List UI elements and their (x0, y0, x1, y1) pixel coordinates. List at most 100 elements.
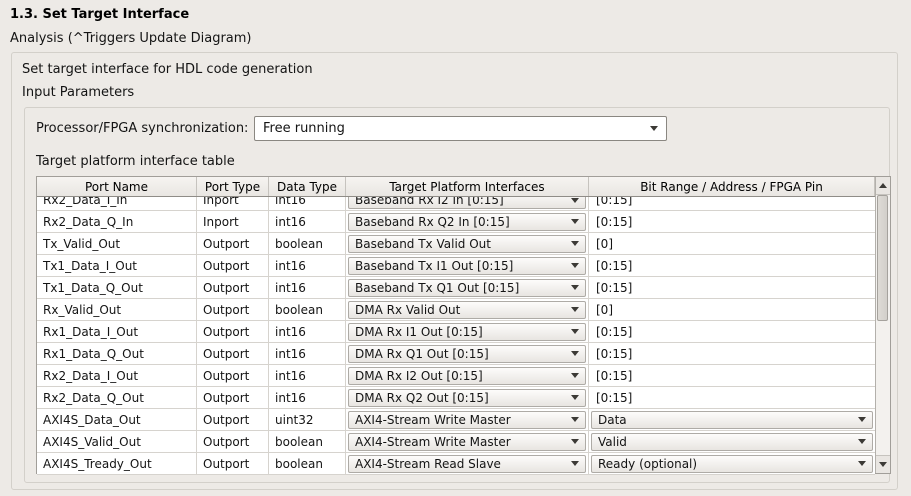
port-name-cell[interactable]: AXI4S_Data_Out (37, 409, 197, 430)
bit-range-cell: [0:15] (589, 365, 875, 386)
scrollbar-up-button[interactable] (876, 177, 890, 195)
column-header-bit-range[interactable]: Bit Range / Address / FPGA Pin (589, 177, 875, 196)
column-header-port-type[interactable]: Port Type (197, 177, 269, 196)
interface-cell: DMA Rx I2 Out [0:15] (346, 365, 589, 386)
interface-cell: AXI4-Stream Read Slave (346, 453, 589, 474)
port-name-cell[interactable]: AXI4S_Tready_Out (37, 453, 197, 474)
chevron-down-icon (571, 219, 579, 224)
chevron-down-icon (571, 307, 579, 312)
task-description: Set target interface for HDL code genera… (22, 62, 313, 77)
port-type-cell[interactable]: Inport (197, 197, 269, 211)
bit-range-cell: [0:15] (589, 255, 875, 276)
chevron-down-icon (571, 439, 579, 444)
interface-cell: AXI4-Stream Write Master (346, 409, 589, 430)
bit-range-cell: [0:15] (589, 277, 875, 298)
data-type-cell[interactable]: int16 (269, 211, 346, 232)
data-type-cell[interactable]: int16 (269, 343, 346, 364)
data-type-cell[interactable]: boolean (269, 233, 346, 254)
interface-cell: Baseband Rx Q2 In [0:15] (346, 211, 589, 232)
interface-dropdown[interactable]: Baseband Rx Q2 In [0:15] (348, 213, 586, 231)
port-type-cell[interactable]: Outport (197, 453, 269, 474)
port-type-cell[interactable]: Outport (197, 343, 269, 364)
interface-dropdown[interactable]: AXI4-Stream Write Master (348, 411, 586, 429)
scrollbar-track[interactable] (876, 195, 890, 455)
port-type-cell[interactable]: Inport (197, 211, 269, 232)
interface-dropdown[interactable]: Baseband Tx Valid Out (348, 235, 586, 253)
bit-range-dropdown[interactable]: Valid (591, 433, 873, 451)
table-row: AXI4S_Data_Out Outport uint32 AXI4-Strea… (37, 409, 875, 431)
interface-dropdown[interactable]: AXI4-Stream Read Slave (348, 455, 586, 473)
column-header-data-type[interactable]: Data Type (269, 177, 346, 196)
interface-dropdown[interactable]: DMA Rx I2 Out [0:15] (348, 367, 586, 385)
port-name-cell[interactable]: Rx2_Data_I_Out (37, 365, 197, 386)
chevron-down-icon (571, 263, 579, 268)
column-header-port-name[interactable]: Port Name (37, 177, 197, 196)
vertical-scrollbar[interactable] (875, 177, 890, 473)
chevron-down-icon (571, 351, 579, 356)
page-title: 1.3. Set Target Interface (10, 7, 189, 22)
interface-dropdown[interactable]: DMA Rx Q1 Out [0:15] (348, 345, 586, 363)
interface-dropdown[interactable]: Baseband Rx I2 In [0:15] (348, 197, 586, 209)
bit-range-cell: [0] (589, 233, 875, 254)
port-name-cell[interactable]: Rx1_Data_Q_Out (37, 343, 197, 364)
port-type-cell[interactable]: Outport (197, 233, 269, 254)
data-type-cell[interactable]: boolean (269, 453, 346, 474)
bit-range-dropdown[interactable]: Ready (optional) (591, 455, 873, 473)
port-name-cell[interactable]: Rx2_Data_Q_In (37, 211, 197, 232)
port-name-cell[interactable]: Tx1_Data_Q_Out (37, 277, 197, 298)
data-type-cell[interactable]: uint32 (269, 409, 346, 430)
port-name-cell[interactable]: Tx_Valid_Out (37, 233, 197, 254)
sync-dropdown[interactable]: Free running (254, 116, 667, 141)
data-type-cell[interactable]: int16 (269, 365, 346, 386)
interface-cell: Baseband Tx Valid Out (346, 233, 589, 254)
port-type-cell[interactable]: Outport (197, 431, 269, 452)
port-name-cell[interactable]: Rx1_Data_I_Out (37, 321, 197, 342)
port-type-cell[interactable]: Outport (197, 255, 269, 276)
data-type-cell[interactable]: int16 (269, 277, 346, 298)
bit-range-cell: [0:15] (589, 387, 875, 408)
interface-cell: Baseband Tx Q1 Out [0:15] (346, 277, 589, 298)
port-type-cell[interactable]: Outport (197, 409, 269, 430)
interface-dropdown[interactable]: DMA Rx Valid Out (348, 301, 586, 319)
target-platform-interface-table: Port Name Port Type Data Type Target Pla… (36, 176, 891, 474)
interface-dropdown[interactable]: AXI4-Stream Write Master (348, 433, 586, 451)
port-name-cell[interactable]: AXI4S_Valid_Out (37, 431, 197, 452)
bit-range-cell: [0:15] (589, 343, 875, 364)
sync-label: Processor/FPGA synchronization: (36, 121, 248, 136)
data-type-cell[interactable]: int16 (269, 387, 346, 408)
column-header-target-platform-interfaces[interactable]: Target Platform Interfaces (346, 177, 589, 196)
bit-range-cell: Ready (optional) (589, 453, 875, 474)
bit-range-dropdown[interactable]: Data (591, 411, 873, 429)
scrollbar-down-button[interactable] (876, 455, 890, 473)
interface-cell: DMA Rx Q2 Out [0:15] (346, 387, 589, 408)
interface-cell: DMA Rx Q1 Out [0:15] (346, 343, 589, 364)
interface-cell: Baseband Rx I2 In [0:15] (346, 197, 589, 211)
port-type-cell[interactable]: Outport (197, 365, 269, 386)
scrollbar-thumb[interactable] (877, 195, 888, 321)
port-name-cell[interactable]: Rx_Valid_Out (37, 299, 197, 320)
data-type-cell[interactable]: int16 (269, 321, 346, 342)
interface-dropdown[interactable]: DMA Rx I1 Out [0:15] (348, 323, 586, 341)
table-row: AXI4S_Tready_Out Outport boolean AXI4-St… (37, 453, 875, 475)
port-name-cell[interactable]: Tx1_Data_I_Out (37, 255, 197, 276)
triangle-up-icon (879, 183, 887, 188)
data-type-cell[interactable]: int16 (269, 197, 346, 211)
port-name-cell[interactable]: Rx2_Data_Q_Out (37, 387, 197, 408)
data-type-cell[interactable]: boolean (269, 431, 346, 452)
port-type-cell[interactable]: Outport (197, 387, 269, 408)
bit-range-cell: Valid (589, 431, 875, 452)
port-name-cell[interactable]: Rx2_Data_I_In (37, 197, 197, 211)
interface-dropdown[interactable]: Baseband Tx Q1 Out [0:15] (348, 279, 586, 297)
data-type-cell[interactable]: int16 (269, 255, 346, 276)
table-row: Rx2_Data_Q_Out Outport int16 DMA Rx Q2 O… (37, 387, 875, 409)
chevron-down-icon (858, 417, 866, 422)
interface-dropdown[interactable]: DMA Rx Q2 Out [0:15] (348, 389, 586, 407)
port-type-cell[interactable]: Outport (197, 299, 269, 320)
chevron-down-icon (571, 241, 579, 246)
data-type-cell[interactable]: boolean (269, 299, 346, 320)
bit-range-cell: [0:15] (589, 197, 875, 211)
bit-range-cell: [0:15] (589, 211, 875, 232)
port-type-cell[interactable]: Outport (197, 277, 269, 298)
port-type-cell[interactable]: Outport (197, 321, 269, 342)
interface-dropdown[interactable]: Baseband Tx I1 Out [0:15] (348, 257, 586, 275)
